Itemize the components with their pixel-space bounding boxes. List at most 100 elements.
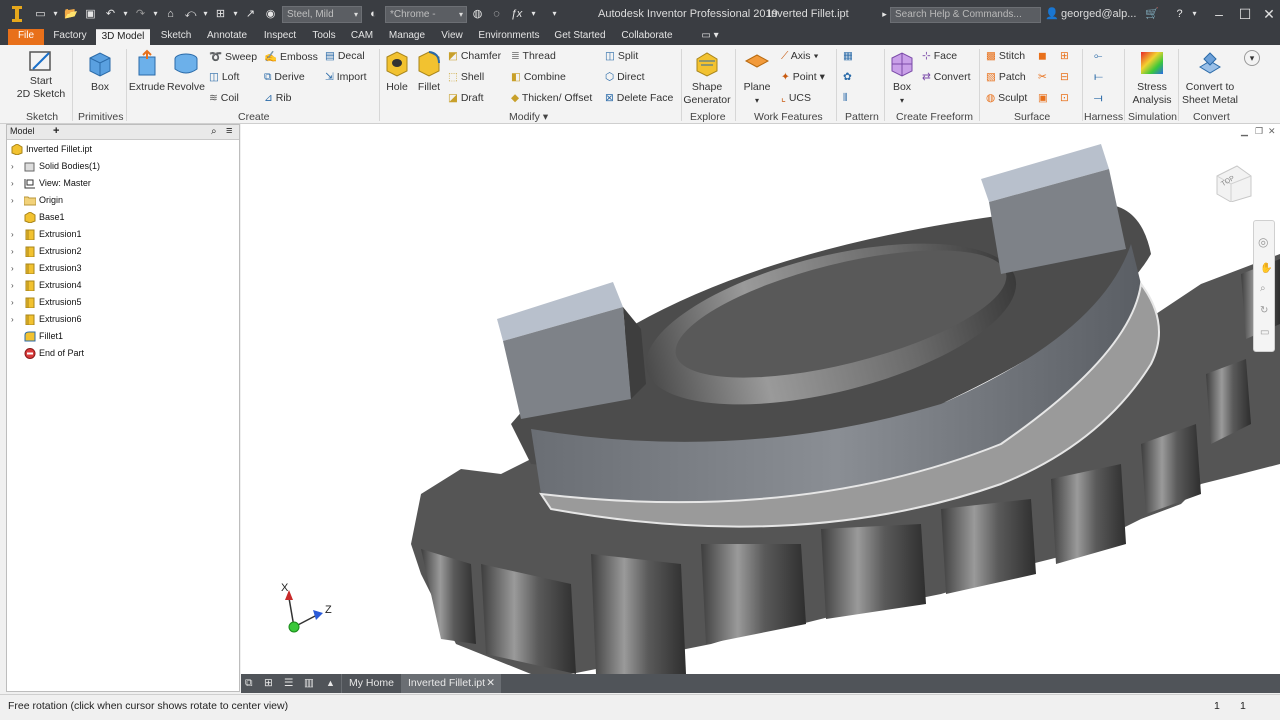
loft-button[interactable]: ◫ Loft [209, 71, 239, 83]
material-select[interactable]: Steel, Mild ▾ [282, 6, 362, 23]
dropdown-icon[interactable]: ▾ [149, 8, 162, 20]
ribbon-toggle-icon[interactable]: ▭ ▾ [696, 29, 724, 45]
extrude-button[interactable]: Extrude [128, 49, 166, 94]
thicken-offset-button[interactable]: ◆ Thicken/ Offset [511, 92, 592, 104]
tab-my-home[interactable]: My Home [341, 674, 401, 693]
chevron-right-icon[interactable]: › [11, 294, 19, 311]
surface-tool-icon[interactable]: ⊟ [1060, 71, 1069, 83]
appearance-icon[interactable]: ◐ [367, 8, 380, 20]
tab-sketch[interactable]: Sketch [156, 29, 196, 45]
inventor-logo[interactable] [10, 5, 24, 23]
ucs-button[interactable]: ⌞ UCS [781, 92, 811, 104]
convert-to-sheet-metal-button[interactable]: Convert to Sheet Metal [1180, 49, 1240, 107]
surface-tool-icon[interactable]: ▣ [1038, 92, 1048, 104]
panel-modify[interactable]: Modify ▾ [509, 111, 548, 123]
stress-analysis-button[interactable]: Stress Analysis [1127, 49, 1177, 107]
direct-button[interactable]: ⬡ Direct [605, 71, 645, 83]
decal-button[interactable]: ▤ Decal [325, 50, 365, 62]
surface-tool-icon[interactable]: ⊡ [1060, 92, 1069, 104]
sweep-button[interactable]: ➰ Sweep [209, 50, 257, 63]
surface-tool-icon[interactable]: ✂ [1038, 71, 1047, 83]
maximize-icon[interactable]: ☐ [1235, 4, 1255, 24]
tab-inverted-fillet[interactable]: Inverted Fillet.ipt ✕ [401, 674, 501, 693]
dropdown-icon[interactable]: ▾ [199, 8, 212, 20]
mirror-icon[interactable]: ⫴ [843, 92, 847, 105]
plane-button[interactable]: Plane ▾ [740, 49, 774, 107]
chamfer-button[interactable]: ◩ Chamfer [448, 50, 501, 62]
view-cube[interactable]: TOP [1213, 162, 1253, 203]
thread-button[interactable]: ≣ Thread [511, 50, 556, 62]
axis-button[interactable]: ⟋ Axis ▾ [781, 50, 819, 63]
tile-icon[interactable]: ⊞ [264, 674, 273, 693]
patch-button[interactable]: ▧ Patch [986, 71, 1026, 83]
shape-generator-button[interactable]: Shape Generator [683, 49, 731, 107]
split-button[interactable]: ◫ Split [605, 50, 638, 62]
box-primitive-button[interactable]: Box [82, 49, 118, 94]
sculpt-button[interactable]: ◍ Sculpt [986, 92, 1027, 104]
rectangular-pattern-icon[interactable]: ▦ [843, 50, 853, 62]
harness-icon[interactable]: ⟞ [1094, 92, 1103, 105]
circular-pattern-icon[interactable]: ✿ [843, 71, 852, 83]
shell-button[interactable]: ⬚ Shell [448, 71, 484, 83]
chevron-right-icon[interactable]: › [11, 260, 19, 277]
update-icon[interactable]: ◉ [264, 8, 277, 20]
return-icon[interactable]: ⤺ [184, 8, 197, 20]
fillet-button[interactable]: Fillet [413, 49, 445, 94]
emboss-button[interactable]: ✍ Emboss [264, 50, 318, 63]
surface-tool-icon[interactable]: ◼ [1038, 50, 1047, 62]
cascade-icon[interactable]: ⧉ [245, 674, 253, 693]
combine-button[interactable]: ◧ Combine [511, 71, 566, 83]
save-icon[interactable]: ▣ [84, 8, 97, 20]
start-2d-sketch-button[interactable]: Start 2D Sketch [14, 49, 68, 101]
help-icon[interactable]: ? [1173, 8, 1186, 20]
harness-icon[interactable]: ⟝ [1094, 71, 1103, 84]
search-icon[interactable]: ⌕ [211, 126, 217, 137]
clear-appearance-icon[interactable]: ◌ [490, 8, 503, 20]
tab-annotate[interactable]: Annotate [202, 29, 252, 45]
chevron-right-icon[interactable]: › [11, 226, 19, 243]
tile-vertical-icon[interactable]: ▥ [304, 674, 314, 693]
dropdown-icon[interactable]: ▾ [1188, 8, 1201, 20]
tab-tools[interactable]: Tools [308, 29, 340, 45]
point-button[interactable]: ✦ Point ▾ [781, 71, 825, 83]
tab-view[interactable]: View [436, 29, 468, 45]
tab-environments[interactable]: Environments [474, 29, 544, 45]
dropdown-icon[interactable]: ▾ [229, 8, 242, 20]
chevron-right-icon[interactable]: › [11, 158, 19, 175]
search-input[interactable]: Search Help & Commands... [890, 7, 1041, 23]
ribbon-options-icon[interactable]: ▾ [1244, 50, 1260, 66]
open-icon[interactable]: 📂 [64, 8, 78, 20]
chevron-right-icon[interactable]: › [11, 277, 19, 294]
appearance-select[interactable]: *Chrome - ▾ [385, 6, 467, 23]
new-icon[interactable]: ▭ [34, 8, 47, 20]
user-name[interactable]: georged@alp... [1061, 8, 1136, 20]
close-tab-icon[interactable]: ✕ [486, 674, 495, 693]
coil-button[interactable]: ≋ Coil [209, 92, 239, 104]
close-icon[interactable]: ✕ [1259, 4, 1279, 24]
tile-horizontal-icon[interactable]: ☰ [284, 674, 293, 693]
delete-face-button[interactable]: ⊠ Delete Face [605, 92, 673, 104]
tab-inspect[interactable]: Inspect [258, 29, 302, 45]
tab-file[interactable]: File [8, 29, 44, 45]
harness-icon[interactable]: ⟜ [1094, 50, 1102, 63]
browser-add-tab-button[interactable]: + [53, 125, 59, 137]
derive-button[interactable]: ⧉ Derive [264, 71, 305, 84]
chevron-right-icon[interactable]: › [11, 243, 19, 260]
redo-icon[interactable]: ↷ [134, 8, 147, 20]
freeform-convert-button[interactable]: ⇄ Convert [922, 71, 971, 83]
customize-icon[interactable]: ▾ [548, 8, 561, 20]
look-at-icon[interactable]: ▭ [1260, 327, 1269, 338]
adjust-icon[interactable]: ◍ [471, 8, 484, 20]
import-button[interactable]: ⇲ Import [325, 71, 367, 83]
viewport-minimize-icon[interactable]: ▁ [1241, 126, 1248, 137]
tab-3d-model[interactable]: 3D Model [96, 29, 150, 45]
measure-icon[interactable]: ↗ [244, 8, 257, 20]
orbit-icon[interactable]: ↻ [1260, 305, 1268, 316]
undo-icon[interactable]: ↶ [104, 8, 117, 20]
dropdown-icon[interactable]: ▾ [119, 8, 132, 20]
dropdown-icon[interactable]: ▾ [49, 8, 62, 20]
rib-button[interactable]: ⊿ Rib [264, 92, 292, 104]
tab-factory[interactable]: Factory [50, 29, 90, 45]
select-icon[interactable]: ⊞ [214, 8, 227, 20]
tab-collaborate[interactable]: Collaborate [616, 29, 678, 45]
